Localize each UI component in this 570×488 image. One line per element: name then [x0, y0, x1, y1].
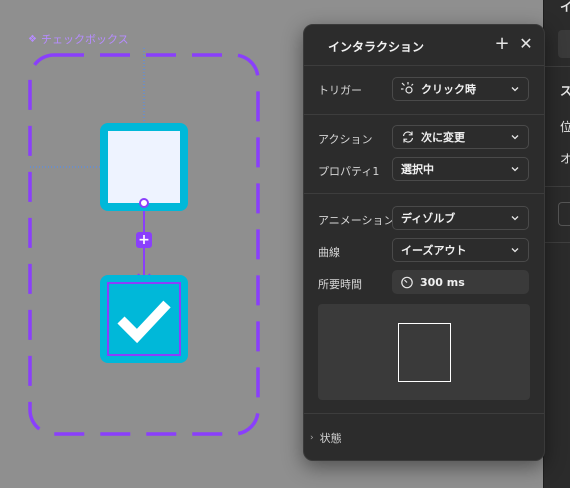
right-panel-section-char: ス [560, 82, 570, 99]
right-panel-divider [544, 242, 570, 243]
animation-select[interactable]: ディゾルブ [392, 206, 529, 230]
plus-icon[interactable]: + [493, 35, 511, 53]
add-interaction-plus-icon[interactable]: + [136, 232, 152, 248]
checkbox-inner [108, 131, 180, 203]
property-label: プロパティ1 [318, 165, 380, 178]
right-panel-tab-char[interactable]: イ [560, 0, 570, 15]
property-value: 選択中 [401, 163, 434, 176]
checkmark-icon [117, 300, 171, 344]
duration-value: 300 ms [420, 275, 465, 289]
trigger-value: クリック時 [421, 83, 476, 96]
right-panel-field[interactable] [558, 202, 570, 226]
duration-label: 所要時間 [318, 278, 362, 291]
action-value: 次に変更 [421, 131, 465, 144]
right-panel-divider [544, 186, 570, 187]
interaction-connector-handle[interactable] [139, 198, 149, 208]
animation-value: ディゾルブ [401, 212, 456, 225]
close-icon[interactable]: ✕ [517, 35, 535, 53]
state-section-toggle[interactable]: › 状態 [310, 430, 342, 446]
animation-preview [318, 304, 530, 400]
action-label: アクション [318, 133, 373, 146]
divider [304, 413, 544, 414]
divider [304, 114, 544, 115]
chevron-right-icon: › [310, 433, 314, 443]
dialog-title: インタラクション [328, 40, 425, 54]
action-select[interactable]: 次に変更 [392, 125, 529, 149]
duration-field[interactable]: 300 ms [392, 270, 529, 294]
chevron-down-icon [511, 216, 519, 221]
right-panel-tab[interactable] [558, 30, 570, 58]
chevron-down-icon [511, 135, 519, 140]
trigger-select[interactable]: クリック時 [392, 77, 529, 101]
property-select[interactable]: 選択中 [392, 157, 529, 181]
refresh-icon [401, 130, 415, 144]
right-panel-divider [544, 66, 570, 67]
divider [304, 193, 544, 194]
curve-label: 曲線 [318, 246, 340, 259]
properties-panel-edge: イ ス 位 オ [543, 0, 570, 488]
state-label: 状態 [319, 432, 342, 445]
trigger-label: トリガー [318, 84, 362, 97]
right-panel-o-char: オ [560, 150, 570, 167]
chevron-down-icon [511, 87, 519, 92]
interaction-dialog: インタラクション + ✕ トリガー クリック時 アクション 次に変更 プロパティ… [303, 24, 545, 461]
animation-label: アニメーション [318, 214, 395, 227]
right-panel-position-char: 位 [560, 118, 570, 135]
curve-select[interactable]: イーズアウト [392, 238, 529, 262]
chevron-down-icon [511, 167, 519, 172]
curve-value: イーズアウト [401, 244, 467, 257]
chevron-down-icon [511, 248, 519, 253]
timer-icon [400, 275, 414, 289]
checkbox-selection-outline [107, 282, 181, 356]
preview-frame [398, 323, 451, 382]
checkbox-variant-selected[interactable] [100, 275, 188, 363]
click-sparkle-icon [401, 82, 415, 96]
divider [304, 65, 544, 66]
